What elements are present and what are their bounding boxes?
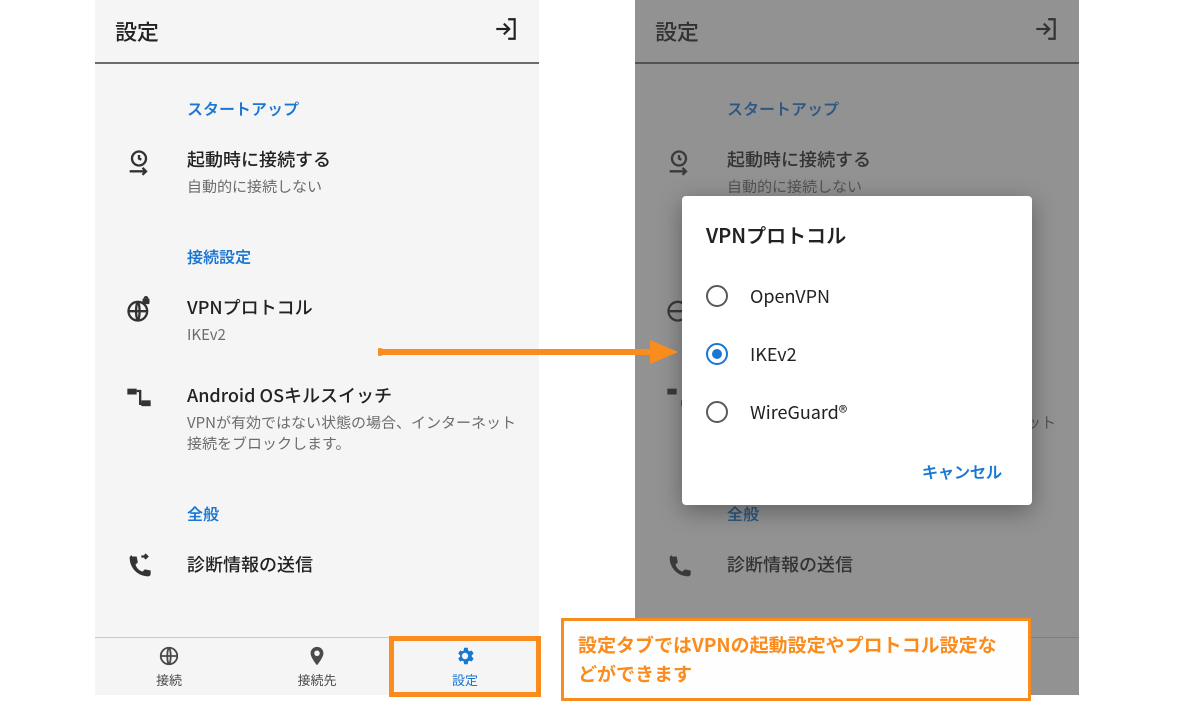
dialog-title: VPNプロトコル — [706, 220, 1008, 249]
annotation-caption: 設定タブではVPNの起動設定やプロトコル設定などができます — [561, 618, 1031, 701]
phone-forward-icon — [655, 551, 703, 581]
vpn-protocol-dialog: VPNプロトコル OpenVPN IKEv2 WireGuard® キャンセル — [682, 196, 1032, 505]
section-startup: スタートアップ — [95, 68, 539, 128]
nav-connect-label: 接続 — [156, 670, 182, 689]
kill-switch-title: Android OSキルスイッチ — [187, 382, 519, 408]
vpn-protocol-title: VPNプロトコル — [187, 294, 519, 320]
phone-forward-icon — [115, 551, 163, 581]
globe-lock-icon — [115, 294, 163, 324]
nav-settings-label: 設定 — [452, 670, 478, 689]
option-ikev2[interactable]: IKEv2 — [706, 325, 1008, 383]
option-label: OpenVPN — [750, 283, 830, 309]
diagnostics-title: 診断情報の送信 — [187, 551, 519, 577]
page-title: 設定 — [655, 15, 1021, 47]
clock-arrow-icon — [655, 146, 703, 176]
network-block-icon — [115, 382, 163, 412]
nav-settings[interactable]: 設定 — [391, 638, 539, 695]
option-openvpn[interactable]: OpenVPN — [706, 267, 1008, 325]
page-title: 設定 — [115, 15, 481, 47]
phone-settings: 設定 スタートアップ 起動時に接続する 自動的に接続しない 接続設定 VPNプロ… — [95, 0, 539, 695]
row-connect-on-boot[interactable]: 起動時に接続する 自動的に接続しない — [95, 128, 539, 216]
radio-icon — [706, 343, 728, 365]
cancel-button[interactable]: キャンセル — [916, 449, 1008, 493]
globe-icon — [158, 645, 180, 668]
nav-connect[interactable]: 接続 — [95, 638, 243, 695]
row-diagnostics[interactable]: 診断情報の送信 — [635, 533, 1079, 599]
exit-icon[interactable] — [1033, 16, 1059, 47]
kill-switch-subtitle: VPNが有効ではない状態の場合、インターネット接続をブロックします。 — [187, 412, 519, 456]
connect-on-boot-subtitle: 自動的に接続しない — [187, 176, 519, 198]
section-general: 全般 — [95, 473, 539, 533]
vpn-protocol-subtitle: IKEv2 — [187, 324, 519, 346]
phone-settings-dialog: 設定 スタートアップ 起動時に接続する 自動的に接続しない 接続設定 VPNプロ… — [635, 0, 1079, 695]
option-wireguard[interactable]: WireGuard® — [706, 383, 1008, 441]
row-kill-switch[interactable]: Android OSキルスイッチ VPNが有効ではない状態の場合、インターネット… — [95, 364, 539, 474]
nav-locations-label: 接続先 — [297, 670, 336, 689]
option-label: IKEv2 — [750, 341, 797, 367]
row-diagnostics[interactable]: 診断情報の送信 — [95, 533, 539, 599]
settings-content: スタートアップ 起動時に接続する 自動的に接続しない 接続設定 VPNプロトコル… — [95, 64, 539, 637]
exit-icon[interactable] — [493, 16, 519, 47]
option-label: WireGuard® — [750, 399, 847, 425]
bottom-nav: 接続 接続先 設定 — [95, 637, 539, 695]
topbar: 設定 — [635, 0, 1079, 64]
section-connection: 接続設定 — [95, 216, 539, 276]
gear-icon — [454, 645, 476, 668]
row-vpn-protocol[interactable]: VPNプロトコル IKEv2 — [95, 276, 539, 364]
nav-locations[interactable]: 接続先 — [243, 638, 391, 695]
radio-icon — [706, 285, 728, 307]
clock-arrow-icon — [115, 146, 163, 176]
section-startup: スタートアップ — [635, 68, 1079, 128]
pin-icon — [306, 645, 328, 668]
radio-icon — [706, 401, 728, 423]
connect-on-boot-title: 起動時に接続する — [187, 146, 519, 172]
topbar: 設定 — [95, 0, 539, 64]
